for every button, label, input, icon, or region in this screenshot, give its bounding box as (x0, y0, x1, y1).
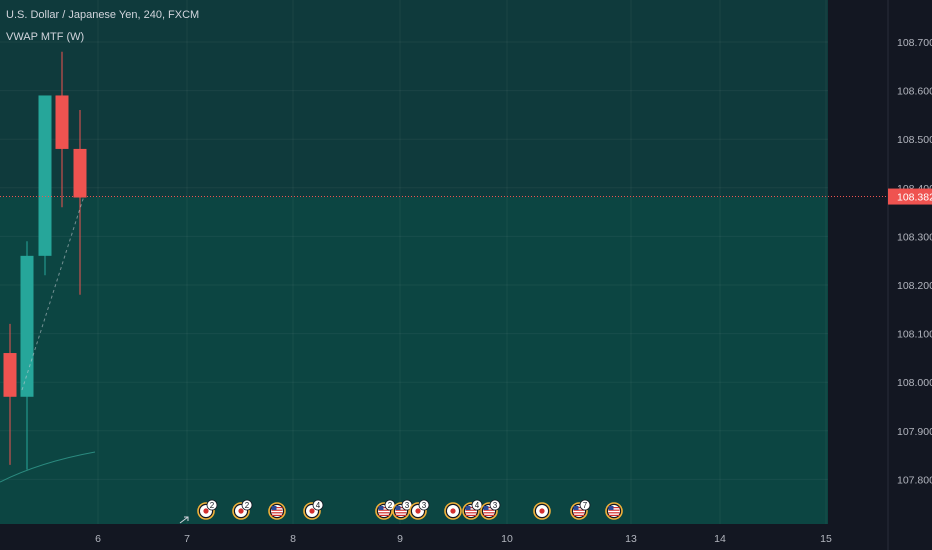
us-flag-stripe (608, 512, 620, 514)
us-flag-stripe (271, 514, 283, 516)
event-count-label: 3 (405, 501, 410, 510)
japan-flag-dot (309, 508, 315, 514)
vwap-lower-zone (0, 196, 828, 524)
us-flag-stripe (483, 512, 495, 514)
y-tick-label: 107.800 (897, 474, 932, 486)
x-tick-label: 7 (184, 533, 190, 545)
candle-body[interactable] (20, 255, 34, 397)
y-tick-label: 108.100 (897, 329, 932, 341)
us-flag-canton (483, 506, 489, 510)
us-flag-canton (573, 506, 579, 510)
chart-canvas[interactable]: 108.700108.600108.500108.400108.300108.2… (0, 0, 932, 550)
current-price-label: 108.382 (897, 192, 932, 204)
event-count-label: 2 (388, 501, 393, 510)
us-flag-stripe (465, 514, 477, 516)
japan-flag-dot (539, 508, 545, 514)
us-flag-stripe (378, 512, 390, 514)
x-tick-label: 15 (820, 533, 832, 545)
us-flag-stripe (378, 514, 390, 516)
us-flag-stripe (483, 514, 495, 516)
us-flag-stripe (271, 512, 283, 514)
y-tick-label: 108.300 (897, 231, 932, 243)
event-count-label: 3 (493, 501, 498, 510)
event-count-label: 3 (422, 501, 427, 510)
y-tick-label: 108.500 (897, 134, 932, 146)
x-tick-label: 14 (714, 533, 726, 545)
x-tick-label: 9 (397, 533, 403, 545)
x-tick-label: 10 (501, 533, 513, 545)
candle-body[interactable] (3, 353, 17, 397)
x-tick-label: 13 (625, 533, 637, 545)
us-flag-canton (271, 506, 277, 510)
us-flag-stripe (395, 512, 407, 514)
event-count-label: 2 (210, 501, 215, 510)
candle-body[interactable] (73, 148, 87, 198)
y-tick-label: 107.900 (897, 426, 932, 438)
japan-flag-dot (203, 508, 209, 514)
us-flag-canton (608, 506, 614, 510)
event-count-label: 4 (316, 501, 321, 510)
us-flag-stripe (573, 514, 585, 516)
symbol-title[interactable]: U.S. Dollar / Japanese Yen, 240, FXCM (6, 8, 199, 22)
x-tick-label: 6 (95, 533, 101, 545)
event-count-label: 4 (475, 501, 480, 510)
us-flag-stripe (573, 512, 585, 514)
candle-body[interactable] (55, 95, 69, 149)
japan-flag-dot (415, 508, 421, 514)
y-tick-label: 108.000 (897, 377, 932, 389)
x-tick-label: 8 (290, 533, 296, 545)
us-flag-canton (378, 506, 384, 510)
us-flag-stripe (465, 512, 477, 514)
event-count-label: 2 (245, 501, 250, 510)
us-flag-canton (395, 506, 401, 510)
us-flag-canton (465, 506, 471, 510)
japan-flag-dot (450, 508, 456, 514)
us-flag-stripe (608, 514, 620, 516)
chart-legend: U.S. Dollar / Japanese Yen, 240, FXCM VW… (6, 8, 199, 52)
y-tick-label: 108.700 (897, 37, 932, 49)
candle-body[interactable] (38, 95, 52, 256)
event-count-label: 7 (583, 501, 588, 510)
indicator-label[interactable]: VWAP MTF (W) (6, 30, 199, 44)
y-tick-label: 108.200 (897, 280, 932, 292)
us-flag-stripe (395, 514, 407, 516)
japan-flag-dot (238, 508, 244, 514)
y-tick-label: 108.600 (897, 86, 932, 98)
